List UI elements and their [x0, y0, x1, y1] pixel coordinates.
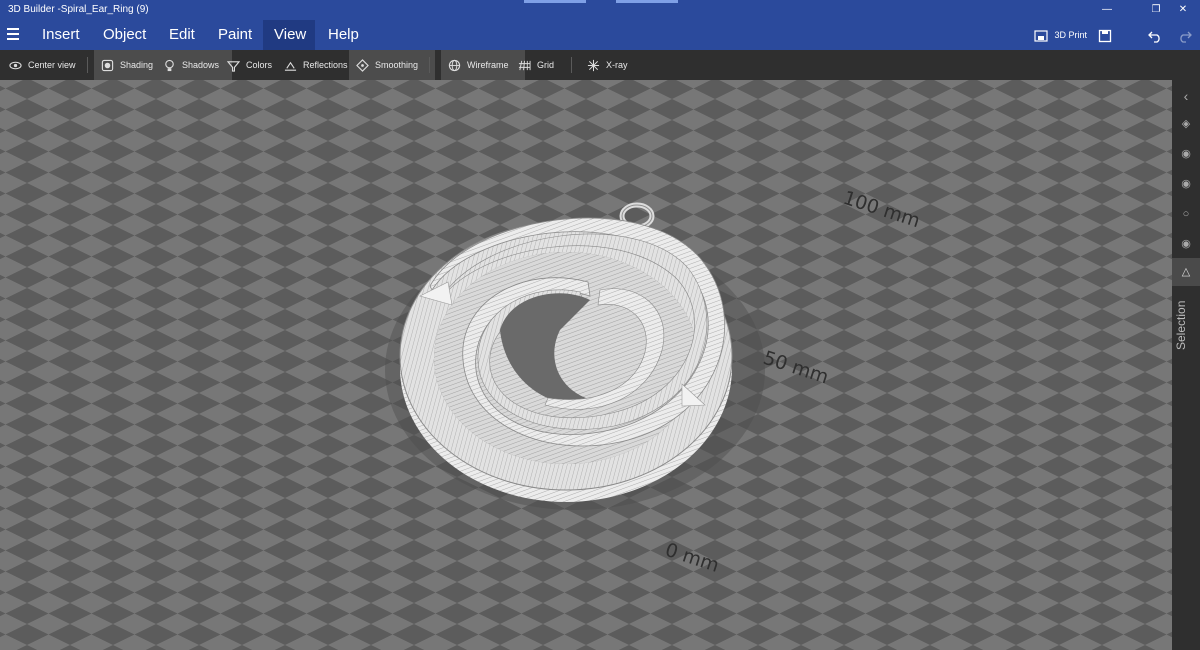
- eye-icon: [9, 61, 22, 69]
- viewport-canvas[interactable]: 100 mm 50 mm 0 mm: [0, 80, 1172, 650]
- xray-button[interactable]: X-ray: [580, 50, 635, 80]
- shading-icon: [101, 59, 114, 71]
- 3d-viewport[interactable]: 100 mm 50 mm 0 mm: [0, 80, 1172, 650]
- 3d-print-button[interactable]: 3D Print: [1034, 20, 1087, 50]
- smoothing-icon: [356, 58, 369, 72]
- select-object-icon[interactable]: ◈: [1172, 110, 1200, 138]
- menu-insert[interactable]: Insert: [31, 20, 91, 50]
- colors-button[interactable]: Colors: [220, 50, 279, 80]
- toolbar-divider: [571, 57, 572, 73]
- collapse-panel-chevron-icon[interactable]: ‹: [1172, 82, 1200, 110]
- menu-paint[interactable]: Paint: [207, 20, 263, 50]
- selection-panel-label[interactable]: Selection: [1174, 285, 1198, 365]
- colors-label: Colors: [246, 60, 273, 70]
- right-side-panel: ‹ ◈ ◉ ◉ ○ ◉ △ Selection: [1172, 80, 1200, 650]
- xray-label: X-ray: [606, 60, 628, 70]
- select-part-icon[interactable]: ◉: [1172, 140, 1200, 168]
- select-all-icon[interactable]: △: [1172, 258, 1200, 286]
- spiral-earring-model[interactable]: [399, 217, 733, 502]
- title-bar: 3D Builder -Spiral_Ear_Ring (9) — ❐ ✕: [0, 0, 1200, 20]
- save-icon: [1098, 29, 1112, 42]
- title-accent: [524, 0, 586, 3]
- reflections-label: Reflections: [303, 60, 348, 70]
- reflections-button[interactable]: Reflections: [277, 50, 355, 80]
- select-face-icon[interactable]: ◉: [1172, 170, 1200, 198]
- shadows-label: Shadows: [182, 60, 220, 70]
- shading-label: Shading: [120, 60, 154, 70]
- select-edge-icon[interactable]: ○: [1172, 200, 1200, 228]
- save-button[interactable]: [1098, 20, 1112, 50]
- toolbar-divider: [87, 57, 88, 73]
- grid-label: Grid: [537, 60, 555, 70]
- undo-button[interactable]: [1148, 20, 1162, 50]
- xray-icon: [587, 59, 600, 71]
- menu-edit[interactable]: Edit: [158, 20, 206, 50]
- close-button[interactable]: ✕: [1166, 0, 1200, 20]
- globe-icon: [448, 59, 461, 71]
- print-3d-icon: [1034, 30, 1048, 42]
- minimize-button[interactable]: —: [1090, 0, 1124, 20]
- redo-icon: [1180, 31, 1192, 43]
- reflections-icon: [284, 61, 297, 71]
- select-vertex-icon[interactable]: ◉: [1172, 230, 1200, 258]
- center-view-label: Center view: [28, 60, 76, 70]
- grid-icon: [518, 60, 531, 70]
- smoothing-button[interactable]: Smoothing: [349, 50, 435, 80]
- menu-view[interactable]: View: [263, 20, 315, 50]
- lightbulb-icon: [165, 59, 174, 71]
- redo-button[interactable]: [1178, 20, 1192, 50]
- toolbar-divider: [429, 57, 430, 73]
- window-title: 3D Builder -Spiral_Ear_Ring (9): [8, 4, 149, 15]
- title-accent: [616, 0, 678, 3]
- 3d-print-label: 3D Print: [1054, 30, 1088, 40]
- smoothing-label: Smoothing: [375, 60, 419, 70]
- center-view-button[interactable]: Center view: [2, 50, 83, 80]
- view-toolbar: Center view Shading Shadows Colors Refle…: [0, 50, 1200, 80]
- menu-object[interactable]: Object: [92, 20, 157, 50]
- undo-icon: [1148, 31, 1160, 43]
- menu-bar: Insert Object Edit Paint View Help 3D Pr…: [0, 20, 1200, 50]
- hamburger-icon[interactable]: [7, 28, 19, 42]
- wireframe-label: Wireframe: [467, 60, 509, 70]
- grid-button[interactable]: Grid: [511, 50, 561, 80]
- menu-help[interactable]: Help: [317, 20, 370, 50]
- colors-icon: [227, 60, 240, 72]
